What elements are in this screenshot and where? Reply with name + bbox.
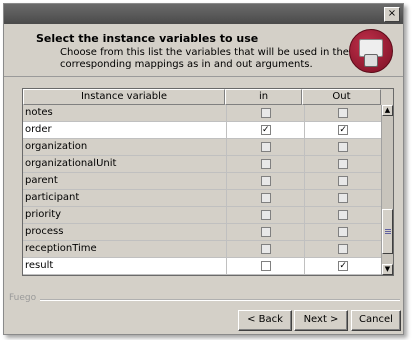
out-cell: [305, 224, 381, 240]
in-checkbox[interactable]: [260, 176, 271, 186]
out-cell: [305, 156, 381, 172]
grip-line: [385, 229, 391, 230]
dialog-window: × Select the instance variables to use C…: [3, 3, 404, 335]
in-checkbox[interactable]: [260, 142, 271, 152]
out-cell: ✓: [305, 122, 381, 138]
table-body: notes order ✓ ✓ organization organizationalUn…: [23, 105, 381, 276]
variable-name: notes: [23, 105, 228, 121]
cancel-button[interactable]: Cancel: [351, 310, 401, 331]
grip-line: [385, 233, 391, 234]
variable-name: receptionTime: [23, 241, 228, 257]
table-row[interactable]: status: [23, 275, 381, 276]
in-cell: [227, 224, 306, 240]
in-checkbox[interactable]: [260, 261, 271, 271]
table-row[interactable]: process: [23, 224, 381, 241]
in-cell: [227, 139, 306, 155]
in-cell: [227, 275, 305, 276]
scroll-up-icon[interactable]: ▲: [382, 105, 393, 116]
table-row[interactable]: receptionTime: [23, 241, 381, 258]
in-cell: [227, 173, 306, 189]
out-checkbox[interactable]: [338, 193, 349, 203]
out-checkbox[interactable]: [338, 227, 349, 237]
in-checkbox[interactable]: ✓: [260, 125, 271, 135]
variable-name: parent: [23, 173, 228, 189]
column-header-in[interactable]: in: [225, 89, 302, 105]
in-checkbox[interactable]: [260, 193, 271, 203]
in-cell: [227, 241, 306, 257]
out-cell: [305, 241, 381, 257]
out-cell: [305, 207, 381, 223]
out-checkbox[interactable]: ✓: [338, 125, 349, 135]
close-icon[interactable]: ×: [384, 7, 400, 22]
table-row[interactable]: parent: [23, 173, 381, 190]
in-cell: [227, 258, 306, 274]
variable-name: order: [23, 122, 228, 138]
wizard-header: Select the instance variables to use Cho…: [4, 24, 403, 77]
table-row[interactable]: notes: [23, 105, 381, 122]
vertical-scrollbar[interactable]: ▲ ▼: [381, 105, 393, 275]
scroll-down-icon[interactable]: ▼: [382, 264, 393, 275]
table-row[interactable]: participant: [23, 190, 381, 207]
out-checkbox[interactable]: [338, 108, 349, 118]
out-checkbox[interactable]: [338, 159, 349, 169]
variable-name: status: [23, 275, 227, 276]
variable-name: organizationalUnit: [23, 156, 228, 172]
separator: [40, 299, 400, 301]
brand-label: Fuego: [9, 293, 37, 303]
wizard-logo-icon: [349, 29, 393, 73]
in-cell: [227, 207, 306, 223]
table-row[interactable]: organizationalUnit: [23, 156, 381, 173]
out-checkbox[interactable]: [338, 244, 349, 254]
table-row[interactable]: priority: [23, 207, 381, 224]
grip-line: [385, 231, 391, 232]
in-checkbox[interactable]: [260, 227, 271, 237]
out-checkbox[interactable]: [338, 210, 349, 220]
back-button[interactable]: < Back: [238, 310, 292, 331]
table-header: Instance variable in Out: [23, 89, 381, 105]
page-description: Choose from this list the variables that…: [60, 47, 349, 70]
out-cell: [305, 139, 381, 155]
variables-table: Instance variable in Out notes order ✓ ✓ org…: [22, 88, 394, 276]
out-checkbox[interactable]: [338, 176, 349, 186]
out-cell: ✓: [305, 258, 381, 274]
table-row[interactable]: order ✓ ✓: [23, 122, 381, 139]
in-checkbox[interactable]: [260, 244, 271, 254]
in-checkbox[interactable]: [260, 108, 271, 118]
in-cell: [227, 105, 306, 121]
variable-name: participant: [23, 190, 228, 206]
out-cell: [305, 105, 381, 121]
page-title: Select the instance variables to use: [36, 32, 259, 45]
in-checkbox[interactable]: [260, 159, 271, 169]
next-button[interactable]: Next >: [294, 310, 348, 331]
variable-name: priority: [23, 207, 228, 223]
scrollbar-thumb[interactable]: [382, 209, 393, 254]
out-checkbox[interactable]: ✓: [338, 261, 349, 271]
in-cell: [227, 190, 306, 206]
table-row[interactable]: result ✓: [23, 258, 381, 275]
out-cell: [305, 275, 381, 276]
variable-name: process: [23, 224, 228, 240]
title-bar[interactable]: ×: [4, 4, 403, 24]
in-cell: ✓: [227, 122, 306, 138]
column-header-out[interactable]: Out: [302, 89, 381, 105]
in-checkbox[interactable]: [260, 210, 271, 220]
in-cell: [227, 156, 306, 172]
out-cell: [305, 190, 381, 206]
lock-icon: [364, 54, 378, 67]
out-cell: [305, 173, 381, 189]
variable-name: result: [23, 258, 228, 274]
variable-name: organization: [23, 139, 228, 155]
table-row[interactable]: organization: [23, 139, 381, 156]
out-checkbox[interactable]: [338, 142, 349, 152]
column-header-instance-variable[interactable]: Instance variable: [23, 89, 225, 105]
